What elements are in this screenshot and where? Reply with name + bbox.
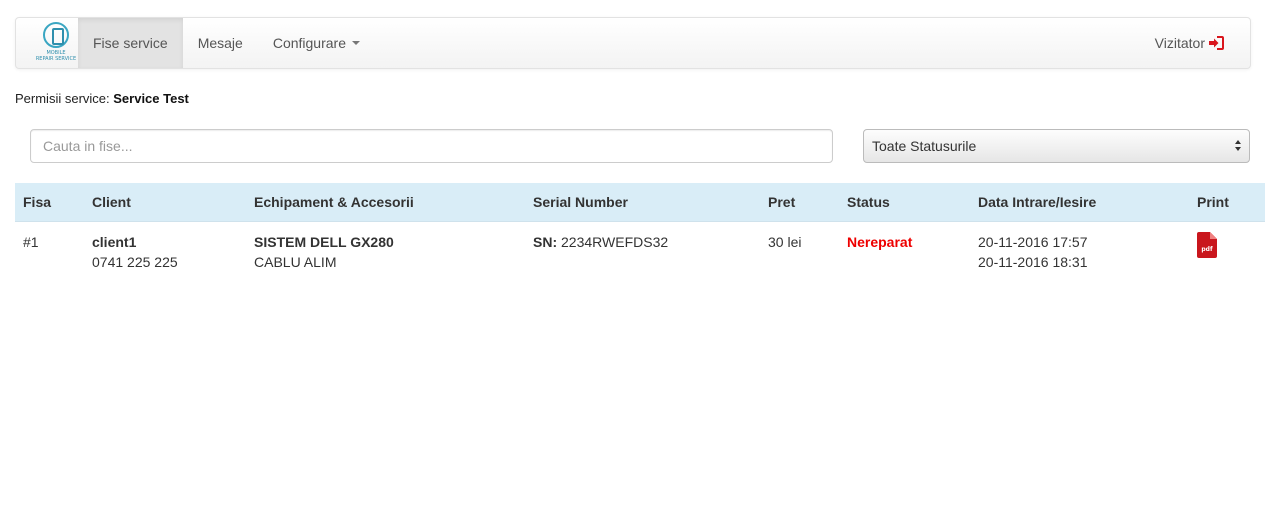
cell-print: pdf bbox=[1189, 221, 1265, 282]
col-header-fisa: Fisa bbox=[15, 183, 84, 222]
select-arrows-icon bbox=[1235, 139, 1241, 153]
col-header-client: Client bbox=[84, 183, 246, 222]
date-out: 20-11-2016 18:31 bbox=[978, 253, 1088, 270]
pdf-print-icon[interactable]: pdf bbox=[1197, 231, 1217, 258]
cell-client: client1 0741 225 225 bbox=[84, 221, 246, 282]
status-badge: Nereparat bbox=[847, 233, 913, 250]
nav-mesaje-label: Mesaje bbox=[197, 35, 243, 51]
col-header-serial: Serial Number bbox=[525, 183, 760, 222]
main-nav: Fise service Mesaje Configurare bbox=[78, 18, 375, 68]
client-phone: 0741 225 225 bbox=[92, 253, 178, 270]
nav-fise-service[interactable]: Fise service bbox=[78, 18, 183, 68]
brand-logo-text: MOBILE REPAIR SERVICE bbox=[35, 50, 77, 62]
nav-configurare-label: Configurare bbox=[272, 35, 346, 51]
cell-fisa: #1 bbox=[23, 233, 39, 250]
serial-label: SN: bbox=[533, 233, 558, 250]
top-navbar: MOBILE REPAIR SERVICE Fise service Mesaj… bbox=[15, 17, 1251, 69]
cell-price: 30 lei bbox=[768, 233, 802, 250]
status-filter-value: Toate Statusurile bbox=[872, 138, 977, 154]
logout-icon bbox=[1209, 36, 1224, 50]
col-header-print: Print bbox=[1189, 183, 1265, 222]
nav-configurare-dropdown[interactable]: Configurare bbox=[258, 18, 375, 68]
client-name: client1 bbox=[92, 233, 137, 250]
col-header-equipment: Echipament & Accesorii bbox=[246, 183, 525, 222]
date-in: 20-11-2016 17:57 bbox=[978, 233, 1088, 250]
nav-mesaje[interactable]: Mesaje bbox=[183, 18, 258, 68]
service-sheets-table: Fisa Client Echipament & Accesorii Seria… bbox=[15, 183, 1265, 282]
phone-logo-icon bbox=[43, 22, 69, 48]
col-header-status: Status bbox=[839, 183, 970, 222]
search-input[interactable] bbox=[30, 129, 833, 163]
permissions-label: Permisii service: bbox=[15, 91, 110, 106]
table-header-row: Fisa Client Echipament & Accesorii Seria… bbox=[15, 183, 1265, 222]
caret-down-icon bbox=[351, 41, 360, 45]
permissions-value: Service Test bbox=[113, 91, 189, 106]
table-row[interactable]: #1 client1 0741 225 225 SISTEM DELL GX28… bbox=[15, 221, 1265, 282]
user-logout-link[interactable]: Vizitator bbox=[1155, 18, 1224, 68]
cell-dates: 20-11-2016 17:57 20-11-2016 18:31 bbox=[970, 221, 1189, 282]
status-filter-select[interactable]: Toate Statusurile bbox=[863, 129, 1250, 163]
permissions-line: Permisii service: Service Test bbox=[15, 91, 189, 106]
brand-logo[interactable]: MOBILE REPAIR SERVICE bbox=[34, 20, 78, 66]
equipment-accessories: CABLU ALIM bbox=[254, 253, 337, 270]
cell-serial: SN: 2234RWEFDS32 bbox=[525, 221, 760, 282]
equipment-name: SISTEM DELL GX280 bbox=[254, 233, 394, 250]
col-header-dates: Data Intrare/Iesire bbox=[970, 183, 1189, 222]
cell-equipment: SISTEM DELL GX280 CABLU ALIM bbox=[246, 221, 525, 282]
nav-fise-service-label: Fise service bbox=[93, 35, 168, 51]
serial-value: 2234RWEFDS32 bbox=[561, 233, 669, 250]
col-header-price: Pret bbox=[760, 183, 839, 222]
pdf-icon-text: pdf bbox=[1201, 246, 1213, 253]
cell-status: Nereparat bbox=[839, 221, 970, 282]
user-name: Vizitator bbox=[1154, 35, 1205, 51]
